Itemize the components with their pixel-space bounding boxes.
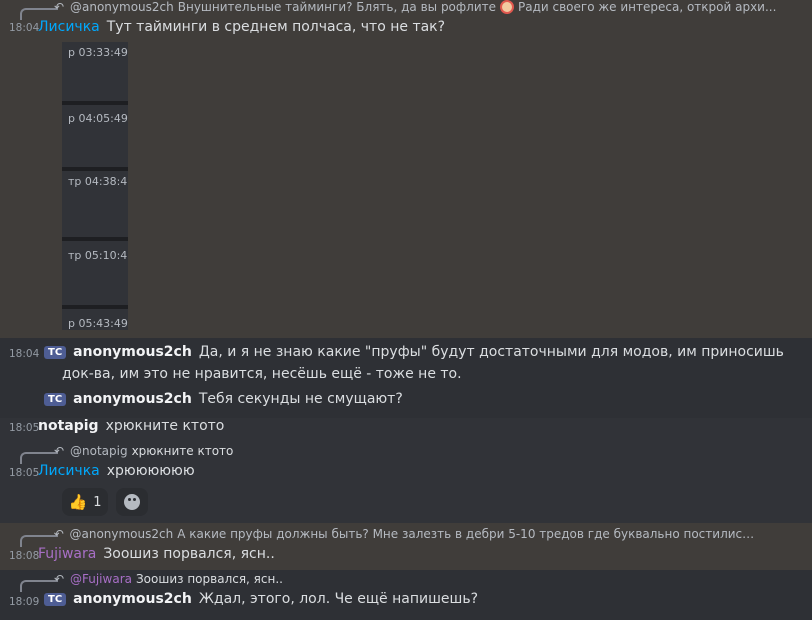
- attachment-image[interactable]: тр 05:10:49: [62, 241, 128, 309]
- message-text: Ждал, этого, лол. Че ещё напишешь?: [198, 591, 479, 607]
- message-text: хрюкните ктото: [105, 418, 225, 434]
- reply-text: А какие пруфы должны быть? Мне залезть в…: [177, 527, 757, 541]
- tc-badge: TC: [44, 393, 67, 406]
- message-text: Тут тайминги в среднем полчаса, что не т…: [106, 19, 446, 35]
- message-text: хрюююююю: [106, 463, 195, 479]
- thumbs-up-icon: 👍: [68, 493, 88, 511]
- smiley-icon: [124, 494, 140, 510]
- author-name[interactable]: anonymous2ch: [73, 391, 192, 407]
- tc-badge: TC: [44, 593, 67, 606]
- message-text: Да, и я не знаю какие "пруфы" будут дост…: [198, 344, 784, 360]
- timestamp[interactable]: 18:04: [9, 348, 39, 360]
- reply-preview[interactable]: ↶ @notapig хрюкните ктото: [52, 444, 452, 458]
- author-name[interactable]: Лисичка: [38, 19, 100, 35]
- attachment-caption: р 04:05:49 №: [68, 112, 128, 125]
- reply-text: Зоошиз порвался, ясн..: [135, 572, 283, 586]
- add-reaction-button[interactable]: [116, 488, 148, 516]
- reply-text: Внушнительные тайминги? Блять, да вы роф…: [177, 0, 496, 14]
- reply-mention[interactable]: @Fujiwara: [70, 572, 132, 586]
- reply-mention[interactable]: @anonymous2ch: [70, 0, 174, 14]
- reply-mention[interactable]: @anonymous2ch: [69, 527, 173, 541]
- reaction-thumbs-up[interactable]: 👍 1: [62, 488, 108, 516]
- message: Fujiwara Зоошиз порвался, ясн..: [38, 546, 275, 562]
- timestamp[interactable]: 18:04: [9, 22, 39, 34]
- author-name[interactable]: notapig: [38, 418, 99, 434]
- attachment-image[interactable]: р 05:43:49 №: [62, 309, 128, 330]
- attachment-image[interactable]: р 04:05:49 №: [62, 105, 128, 171]
- message: TC anonymous2ch Тебя секунды не смущают?: [44, 391, 403, 407]
- message: Лисичка хрюююююю: [38, 463, 195, 479]
- message: TC anonymous2ch Да, и я не знаю какие "п…: [44, 344, 784, 360]
- tc-badge: TC: [44, 346, 67, 359]
- reply-arrow-icon: ↶: [53, 444, 65, 458]
- reply-mention[interactable]: @notapig: [70, 444, 128, 458]
- reply-preview[interactable]: ↶ @anonymous2ch Внушнительные тайминги? …: [52, 0, 812, 14]
- timestamp[interactable]: 18:09: [9, 596, 39, 608]
- message-text-continued: док-ва, им это не нравится, несёшь ещё -…: [62, 366, 462, 382]
- reply-text: Ради своего же интереса, открой архи...: [518, 0, 777, 14]
- reply-preview[interactable]: ↶ @Fujiwara Зоошиз порвался, ясн..: [52, 572, 452, 586]
- message: Лисичка Тут тайминги в среднем полчаса, …: [38, 19, 445, 35]
- reply-text: хрюкните ктото: [131, 444, 234, 458]
- attachment-gallery[interactable]: р 03:33:49 № р 04:05:49 № тр 04:38:49 тр…: [62, 42, 128, 330]
- attachment-image[interactable]: тр 04:38:49: [62, 171, 128, 241]
- attachment-image[interactable]: р 03:33:49 №: [62, 42, 128, 105]
- timestamp[interactable]: 18:08: [9, 550, 39, 562]
- reaction-count: 1: [93, 494, 102, 510]
- attachment-caption: р 03:33:49 №: [68, 46, 128, 59]
- message: TC anonymous2ch Ждал, этого, лол. Че ещё…: [44, 591, 478, 607]
- author-name[interactable]: anonymous2ch: [73, 344, 192, 360]
- reply-preview[interactable]: ↶ @anonymous2ch А какие пруфы должны быт…: [52, 527, 757, 541]
- message: notapig хрюкните ктото: [38, 418, 224, 434]
- author-name[interactable]: Fujiwara: [38, 546, 96, 562]
- attachment-caption: тр 05:10:49: [68, 249, 128, 262]
- reply-arrow-icon: ↶: [53, 527, 64, 541]
- author-name[interactable]: anonymous2ch: [73, 591, 192, 607]
- author-name[interactable]: Лисичка: [38, 463, 100, 479]
- timestamp[interactable]: 18:05: [9, 467, 39, 479]
- clown-face-icon: [500, 0, 514, 14]
- attachment-caption: тр 04:38:49: [68, 175, 128, 188]
- timestamp[interactable]: 18:05: [9, 422, 39, 434]
- message-text: Зоошиз порвался, ясн..: [103, 546, 275, 562]
- message-text: Тебя секунды не смущают?: [198, 391, 403, 407]
- reply-arrow-icon: ↶: [53, 0, 65, 14]
- attachment-caption: р 05:43:49 №: [68, 317, 128, 330]
- reply-arrow-icon: ↶: [53, 572, 65, 586]
